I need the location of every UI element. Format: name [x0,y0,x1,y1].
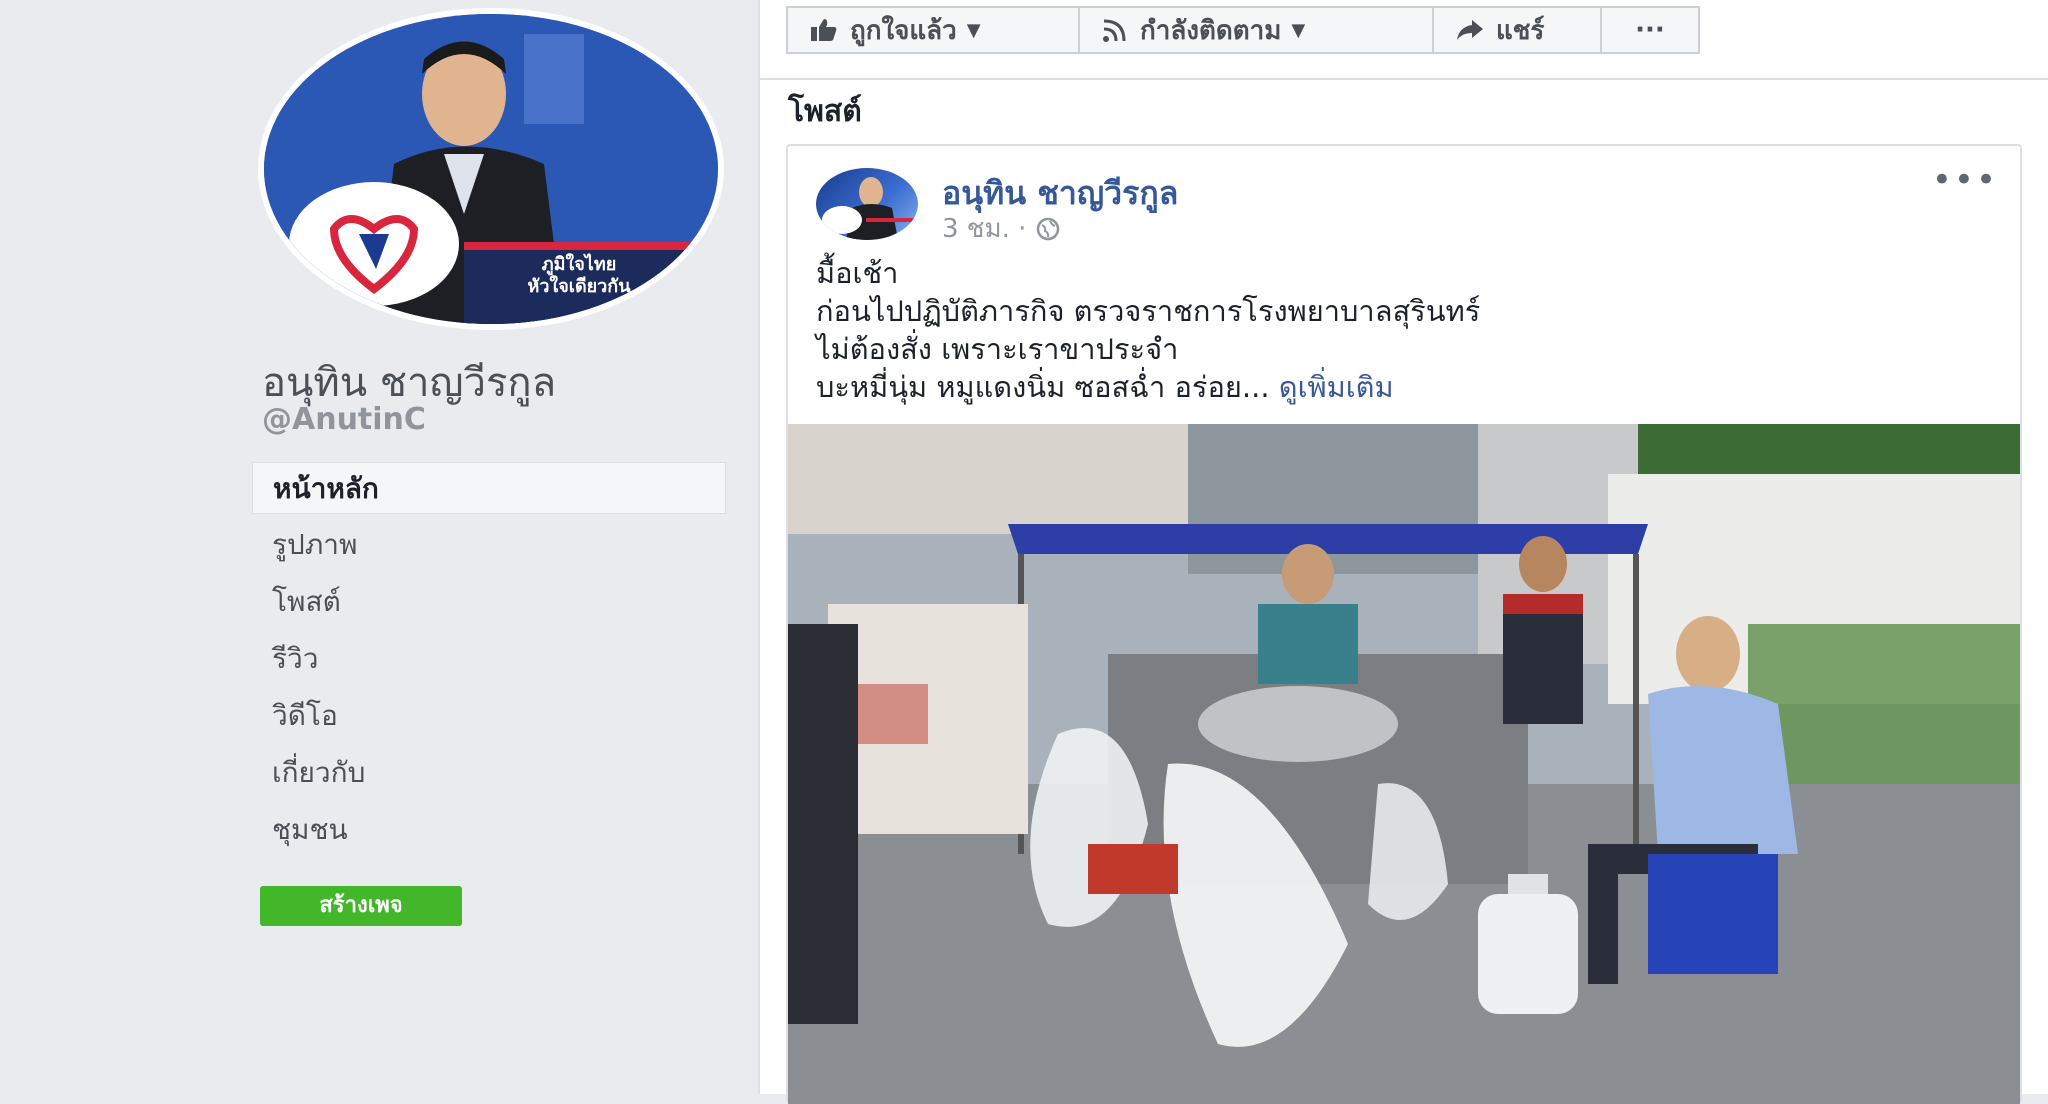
post-text: มื้อเช้า ก่อนไปปฏิบัติภารกิจ ตรวจราชการโ… [816,254,1996,406]
liked-button[interactable]: ถูกใจแล้ว ▼ [786,6,1080,54]
page-handle[interactable]: @AnutinC [262,402,426,437]
rss-follow-icon [1102,17,1128,43]
post-author-avatar[interactable] [816,168,918,240]
create-page-button[interactable]: สร้างเพจ [260,886,462,926]
left-column: ภูมิใจไทย หัวใจเดียวกัน อนุทิน ชาญวีรกูล… [0,0,758,1094]
see-more-link[interactable]: ดูเพิ่มเติม [1279,370,1394,404]
nav-item-posts[interactable]: โพสต์ [252,576,726,628]
globe-icon [1036,217,1060,241]
right-column: ถูกใจแล้ว ▼ กำลังติดตาม ▼ แชร์ ··· โพสต์ [760,0,2048,1104]
post-avatar-art [822,177,918,240]
profile-picture[interactable]: ภูมิใจไทย หัวใจเดียวกัน [258,8,724,330]
avatar-caption-line2: หัวใจเดียวกัน [527,276,631,297]
post-card: อนุทิน ชาญวีรกูล 3 ชม. · ••• มื้อเช้า ก่… [786,144,2022,1104]
nav-item-about[interactable]: เกี่ยวกับ [252,747,726,799]
thumbs-up-icon [810,17,838,43]
post-options-menu[interactable]: ••• [1932,160,1998,200]
post-line: ก่อนไปปฏิบัติภารกิจ ตรวจราชการโรงพยาบาลส… [816,294,1481,328]
more-options-button[interactable]: ··· [1602,6,1700,54]
street-food-photo [788,424,2020,1104]
liked-label: ถูกใจแล้ว [850,15,957,46]
avatar-caption-line1: ภูมิใจไทย [541,254,617,275]
nav-item-videos[interactable]: วิดีโอ [252,690,726,742]
post-line: บะหมี่นุ่ม หมูแดงนิ่ม ซอสฉ่ำ อร่อย... [816,370,1270,404]
meta-separator: · [1009,213,1027,244]
chevron-down-icon: ▼ [966,19,981,41]
nav-item-reviews[interactable]: รีวิว [252,633,726,685]
avatar-caption: ภูมิใจไทย หัวใจเดียวกัน [474,254,684,298]
share-arrow-icon [1456,18,1484,42]
share-label: แชร์ [1496,15,1545,46]
post-line: มื้อเช้า [816,256,899,290]
nav-item-photos[interactable]: รูปภาพ [252,519,726,571]
share-button[interactable]: แชร์ [1434,6,1602,54]
nav-item-home[interactable]: หน้าหลัก [252,462,726,514]
section-divider [760,78,2048,80]
page-action-bar: ถูกใจแล้ว ▼ กำลังติดตาม ▼ แชร์ ··· [786,6,1700,58]
post-photo[interactable] [788,424,2020,1104]
post-line: ไม่ต้องสั่ง เพราะเราขาประจำ [816,332,1179,366]
nav-item-community[interactable]: ชุมชน [252,804,726,856]
page-nav: หน้าหลัก รูปภาพ โพสต์ รีวิว วิดีโอ เกี่ย… [252,462,726,861]
post-timestamp[interactable]: 3 ชม. [942,208,1010,249]
chevron-down-icon: ▼ [1291,19,1306,41]
following-button[interactable]: กำลังติดตาม ▼ [1080,6,1434,54]
posts-section-title: โพสต์ [788,94,862,129]
profile-photo: ภูมิใจไทย หัวใจเดียวกัน [264,14,718,324]
post-meta: 3 ชม. · [942,208,1060,249]
post-line-last: บะหมี่นุ่ม หมูแดงนิ่ม ซอสฉ่ำ อร่อย... ดู… [816,368,1996,406]
following-label: กำลังติดตาม [1140,15,1282,46]
more-options-label: ··· [1635,15,1665,45]
